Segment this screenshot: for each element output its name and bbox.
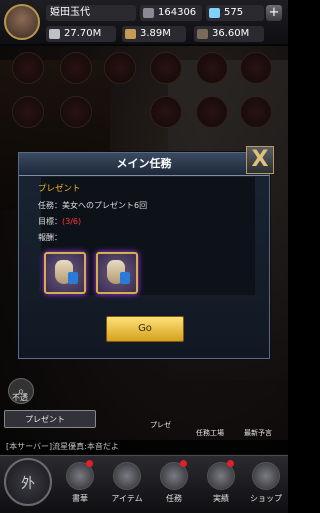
go-button[interactable]: Go [106,316,184,342]
avatar[interactable] [4,4,40,40]
tag-icon [68,272,78,284]
goal-row: 目標：(3/6) [38,216,81,227]
nav-item-books[interactable]: 書華 [60,462,100,510]
player-name: 姫田玉代 [46,5,136,21]
stat-power: 164306 [140,5,202,21]
stat-food: 3.89M [122,26,186,42]
close-button[interactable]: X [246,146,274,174]
mission-heading: プレゼント [38,184,81,194]
stat-diamond: 575 [206,5,264,21]
cart-icon [252,462,280,490]
task-label: 任務：美女へのプレゼント6回 [38,201,148,210]
reward-item[interactable] [96,252,138,294]
stat-soldiers: 36.60M [194,26,264,42]
top-bar: 姫田玉代 164306 575 + 27.70M 3.89M 36.60M [0,0,288,46]
reward-item[interactable] [44,252,86,294]
soldier-icon [197,29,208,39]
stat-silver: 27.70M [46,26,116,42]
add-currency-button[interactable]: + [266,5,282,21]
goal-progress: (3/6) [62,217,82,226]
present-shortcut-button[interactable]: プレゼント [4,410,96,428]
side-icon-label[interactable]: 最新予言 [244,428,272,438]
reward-label: 報酬： [38,233,62,242]
power-icon [143,8,154,18]
chat-ticker[interactable]: [本サーバー]流星優真:本音だよ [0,440,288,454]
search-label: 不透 [12,393,28,402]
nav-item-achievements[interactable]: 実績 [201,462,241,510]
tag-icon [120,272,130,284]
nav-item-shop[interactable]: ショップ [246,462,286,510]
diamond-icon [209,8,220,18]
notification-badge [180,460,187,467]
dialog-title: メイン任務 [19,153,269,176]
outside-map-button[interactable]: 外 [4,458,52,506]
nav-item-missions[interactable]: 任務 [154,462,194,510]
bag-icon [113,462,141,490]
side-icon-label[interactable]: プレゼ [150,420,171,430]
present-shortcut-label: プレゼント [25,415,65,424]
side-icon-label[interactable]: 任務工場 [196,428,224,438]
nav-item-items[interactable]: アイテム [107,462,147,510]
silver-icon [49,29,60,39]
notification-badge [227,460,234,467]
notification-badge [86,460,93,467]
food-icon [125,29,136,39]
goal-label: 目標： [38,217,62,226]
